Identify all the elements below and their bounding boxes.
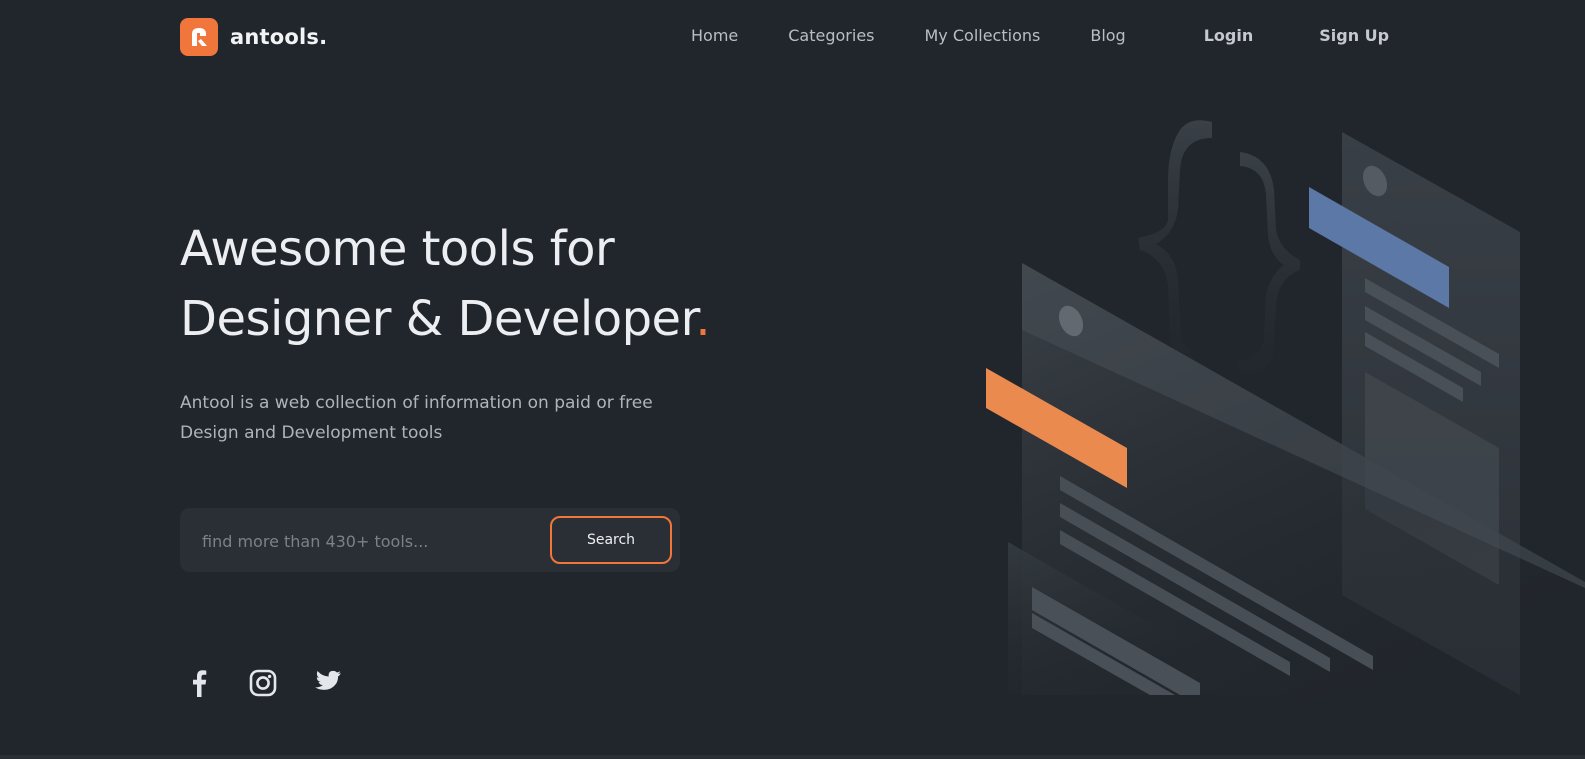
main-nav: Home Categories My Collections Blog Logi… (691, 26, 1389, 45)
navbar: antools. Home Categories My Collections … (0, 0, 1585, 72)
search-input[interactable] (200, 508, 524, 574)
nav-link-blog[interactable]: Blog (1090, 26, 1125, 45)
hero-title-accent-dot: . (695, 291, 711, 347)
facebook-icon[interactable] (184, 668, 214, 698)
hero-illustration (980, 110, 1585, 695)
login-link[interactable]: Login (1204, 26, 1254, 45)
hero-title-line-2: Designer & Developer. (180, 284, 711, 354)
hero-description: Antool is a web collection of informatio… (180, 393, 653, 443)
search-box: Search (180, 508, 680, 574)
social-links (184, 668, 342, 698)
nav-link-my-collections[interactable]: My Collections (925, 26, 1041, 45)
left-brace-shape (1138, 120, 1212, 360)
bottom-strip (0, 755, 1585, 759)
hero-title: Awesome tools for Designer & Developer. (180, 214, 711, 354)
twitter-icon[interactable] (312, 668, 342, 698)
antools-logo-icon (180, 18, 218, 56)
nav-link-home[interactable]: Home (691, 26, 738, 45)
signup-link[interactable]: Sign Up (1319, 26, 1389, 45)
brand-logo[interactable]: antools. (180, 18, 327, 56)
nav-link-categories[interactable]: Categories (788, 26, 874, 45)
instagram-icon[interactable] (248, 668, 278, 698)
search-button[interactable]: Search (550, 516, 672, 564)
hero-title-line-1: Awesome tools for (180, 221, 615, 277)
right-brace-shape (1238, 152, 1300, 374)
brand-name: antools. (230, 25, 328, 49)
hero-title-line-2-text: Designer & Developer (180, 291, 696, 347)
